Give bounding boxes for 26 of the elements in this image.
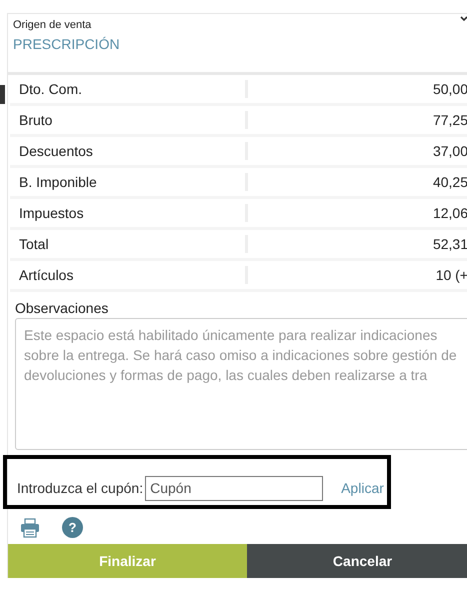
apply-link[interactable]: Aplicar <box>341 480 384 496</box>
summary-value: 40,25 <box>432 174 467 190</box>
chevron-icon[interactable] <box>460 16 467 22</box>
coupon-field[interactable]: Cupón <box>145 476 324 500</box>
help-button[interactable]: ? <box>62 517 83 538</box>
observations-field[interactable]: Este espacio está habilitado únicamente para realizar indicaciones sobre la entrega. Se hará caso omiso a indicaciones sobre gestión de devoluciones y formas de pago, las cuales deben realizarse a tra <box>15 318 467 450</box>
summary-label: B. Imponible <box>18 174 98 190</box>
summary-label: Dto. Com. <box>18 81 84 97</box>
summary-label: Descuentos <box>18 143 94 159</box>
summary-label: Impuestos <box>18 205 85 221</box>
summary-value: 12,06 <box>432 205 467 221</box>
cancel-button[interactable]: Cancelar <box>247 544 467 578</box>
field-label: Observaciones <box>15 300 110 316</box>
field-label: Origen de venta <box>13 19 92 31</box>
field-value: PRESCRIPCIÓN <box>13 36 121 52</box>
edge-marker <box>0 85 5 104</box>
summary-value: 52,31 <box>432 236 467 252</box>
coupon-label: Introduzca el cupón: <box>17 480 144 496</box>
summary-label: Total <box>18 236 50 252</box>
summary-value: 37,00 <box>432 143 467 159</box>
summary-value: 50,00 <box>432 81 467 97</box>
summary-label: Artículos <box>18 267 74 283</box>
summary-value: 10 (+ <box>434 267 467 283</box>
summary-value: 77,25 <box>432 112 467 128</box>
summary-label: Bruto <box>18 112 54 128</box>
printer-icon[interactable] <box>20 518 40 538</box>
